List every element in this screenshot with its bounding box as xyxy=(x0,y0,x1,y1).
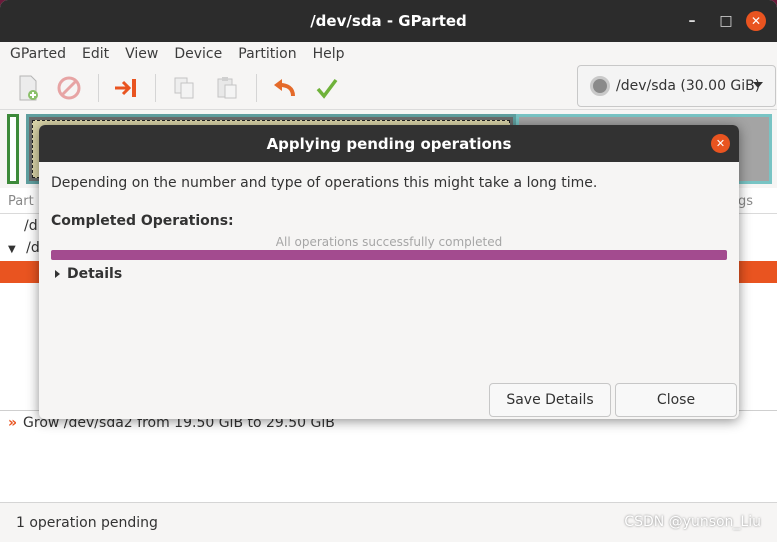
column-header-partition[interactable]: Part xyxy=(8,194,34,209)
status-text: 1 operation pending xyxy=(16,514,158,531)
resize-move-icon[interactable] xyxy=(112,74,140,102)
partition-row-name: /d xyxy=(26,240,40,256)
close-icon[interactable]: ✕ xyxy=(711,134,730,153)
delete-icon[interactable] xyxy=(55,74,83,102)
menu-partition[interactable]: Partition xyxy=(238,46,296,62)
apply-operations-dialog: Applying pending operations ✕ Depending … xyxy=(39,125,739,419)
details-label: Details xyxy=(67,266,123,282)
resize-move-icon: » xyxy=(8,415,18,431)
dialog-description: Depending on the number and type of oper… xyxy=(51,175,598,191)
toolbar-separator xyxy=(256,74,257,102)
completed-operations-label: Completed Operations: xyxy=(51,213,234,229)
menu-device[interactable]: Device xyxy=(174,46,222,62)
gparted-window: /dev/sda - GParted – □ ✕ GParted Edit Vi… xyxy=(0,0,777,542)
window-titlebar: /dev/sda - GParted – □ ✕ xyxy=(0,0,777,42)
menu-view[interactable]: View xyxy=(125,46,158,62)
close-button[interactable]: Close xyxy=(615,383,737,417)
watermark: CSDN @yunson_Liu xyxy=(624,514,761,530)
disk-icon xyxy=(590,76,610,96)
progress-bar xyxy=(51,250,727,260)
list-item[interactable]: /d xyxy=(24,218,38,234)
expander-icon[interactable]: ▼ xyxy=(8,244,16,255)
paste-icon[interactable] xyxy=(213,74,241,102)
copy-icon[interactable] xyxy=(170,74,198,102)
menu-help[interactable]: Help xyxy=(313,46,345,62)
device-selector[interactable]: /dev/sda (30.00 GiB) xyxy=(577,65,776,107)
partition-row-name: /d xyxy=(24,218,38,234)
device-selector-value: /dev/sda (30.00 GiB) xyxy=(616,78,761,94)
chevron-down-icon xyxy=(753,82,763,88)
operations-status-text: All operations successfully completed xyxy=(275,235,503,249)
close-window-icon[interactable]: ✕ xyxy=(746,11,766,31)
save-details-button[interactable]: Save Details xyxy=(489,383,611,417)
progress-bar-fill xyxy=(51,250,727,260)
window-title: /dev/sda - GParted xyxy=(310,12,467,30)
maximize-icon[interactable]: □ xyxy=(716,11,736,31)
undo-icon[interactable] xyxy=(270,74,298,102)
partition-map-sda1[interactable] xyxy=(7,114,19,184)
dialog-titlebar: Applying pending operations xyxy=(39,125,739,162)
new-partition-icon[interactable] xyxy=(14,74,42,102)
menu-gparted[interactable]: GParted xyxy=(10,46,66,62)
details-expander[interactable]: Details xyxy=(55,266,122,282)
column-header-flags[interactable]: gs xyxy=(738,194,753,209)
dialog-title: Applying pending operations xyxy=(266,134,512,153)
list-item[interactable]: ▼ /d xyxy=(8,240,40,256)
chevron-right-icon xyxy=(55,270,60,278)
menu-edit[interactable]: Edit xyxy=(82,46,109,62)
toolbar-separator xyxy=(98,74,99,102)
toolbar-separator xyxy=(155,74,156,102)
pending-operations-list: » Grow /dev/sda2 from 19.50 GiB to 29.50… xyxy=(0,410,777,502)
minimize-icon[interactable]: – xyxy=(682,11,702,31)
apply-icon[interactable] xyxy=(313,74,341,102)
menubar: GParted Edit View Device Partition Help xyxy=(0,42,777,66)
